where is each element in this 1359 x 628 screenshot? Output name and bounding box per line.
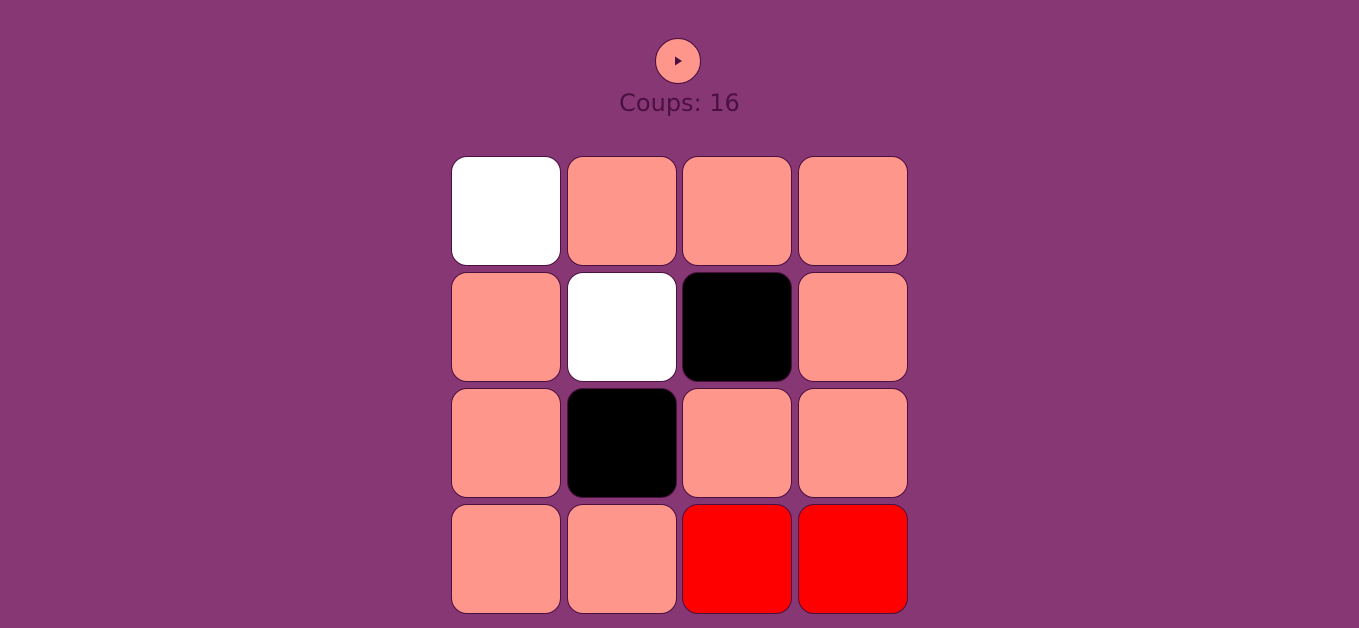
play-button[interactable] — [655, 38, 701, 84]
board-tile-salmon[interactable] — [451, 388, 561, 498]
board-tile-salmon[interactable] — [682, 156, 792, 266]
board-tile-salmon[interactable] — [451, 272, 561, 382]
board-tile-salmon[interactable] — [797, 272, 908, 382]
board-tile-black[interactable] — [566, 388, 677, 498]
board-tile-salmon[interactable] — [797, 388, 908, 498]
game-board — [451, 156, 908, 614]
board-tile-salmon[interactable] — [566, 156, 677, 266]
board-tile-black[interactable] — [682, 272, 792, 382]
board-tile-white[interactable] — [566, 272, 677, 382]
game-page: Coups: 16 — [0, 0, 1359, 628]
moves-counter: Coups: 16 — [619, 89, 740, 117]
play-icon — [675, 56, 682, 66]
board-tile-white[interactable] — [451, 156, 561, 266]
board-tile-red[interactable] — [797, 504, 908, 614]
board-tile-salmon[interactable] — [682, 388, 792, 498]
board-tile-salmon[interactable] — [566, 504, 677, 614]
board-tile-salmon[interactable] — [451, 504, 561, 614]
board-tile-red[interactable] — [682, 504, 792, 614]
board-tile-salmon[interactable] — [797, 156, 908, 266]
